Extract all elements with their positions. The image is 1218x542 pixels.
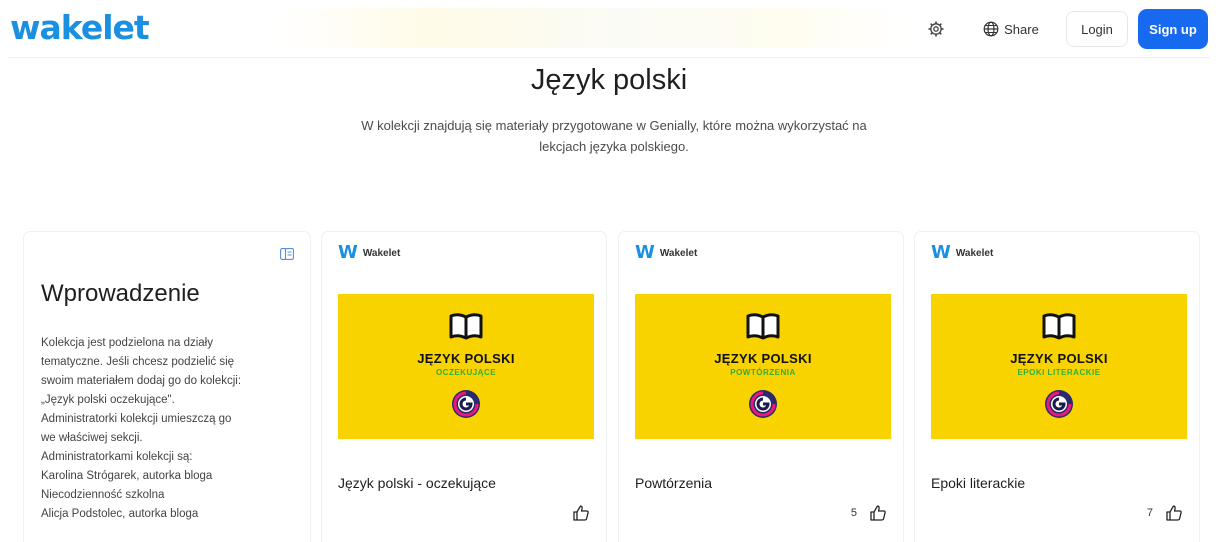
thumb-subtitle: POWTÓRZENIA — [730, 368, 796, 377]
card-title[interactable]: Epoki literackie — [931, 475, 1025, 491]
intro-line: Administratorkami kolekcji są: — [41, 451, 193, 463]
collection-card[interactable]: W Wakelet JĘZYK POLSKI EPOKI LITERACKIE … — [915, 232, 1199, 542]
intro-line: we właściwej sekcji. — [41, 432, 143, 444]
header-divider — [8, 57, 1210, 58]
card-source: W Wakelet — [338, 244, 400, 262]
genially-logo-icon — [452, 390, 480, 418]
globe-icon — [983, 21, 999, 37]
intro-body: Kolekcja jest podzielona na działy temat… — [41, 334, 305, 524]
thumb-subtitle: EPOKI LITERACKIE — [1017, 368, 1101, 377]
card-thumbnail[interactable]: JĘZYK POLSKI POWTÓRZENIA — [635, 294, 891, 439]
collapse-icon[interactable] — [280, 248, 294, 260]
top-bar: wakelet Share Login Sign up — [0, 0, 1218, 58]
book-icon — [1042, 313, 1076, 340]
card-thumbnail[interactable]: JĘZYK POLSKI EPOKI LITERACKIE — [931, 294, 1187, 439]
intro-line: Alicja Podstolec, autorka bloga — [41, 508, 199, 520]
thumbs-up-icon[interactable] — [1165, 504, 1183, 522]
collection-title: Język polski — [530, 64, 688, 96]
collection-description: W kolekcji znajdują się materiały przygo… — [294, 115, 934, 157]
signup-button[interactable]: Sign up — [1138, 9, 1208, 49]
intro-line: Niecodzienność szkolna — [41, 489, 165, 501]
login-button[interactable]: Login — [1066, 11, 1128, 47]
card-source-label: Wakelet — [955, 247, 994, 259]
card-thumbnail[interactable]: JĘZYK POLSKI OCZEKUJĄCE — [338, 294, 594, 439]
card-title[interactable]: Język polski - oczekujące — [338, 475, 496, 491]
description-line: W kolekcji znajdują się materiały przygo… — [361, 118, 867, 133]
wakelet-w-icon: W — [635, 242, 655, 263]
thumb-title: JĘZYK POLSKI — [417, 351, 515, 366]
thumb-title: JĘZYK POLSKI — [714, 351, 812, 366]
collection-card[interactable]: W Wakelet JĘZYK POLSKI POWTÓRZENIA Powtó… — [619, 232, 903, 542]
intro-line: tematyczne. Jeśli chcesz podzielić się — [41, 356, 235, 368]
intro-line: Kolekcja jest podzielona na działy — [41, 337, 213, 349]
thumb-subtitle: OCZEKUJĄCE — [435, 368, 497, 377]
card-footer: 7 — [1147, 504, 1183, 522]
share-label: Share — [1004, 21, 1039, 37]
card-source-label: Wakelet — [659, 247, 698, 259]
genially-logo-icon — [749, 390, 777, 418]
like-count: 5 — [850, 507, 857, 519]
intro-heading: Wprowadzenie — [41, 280, 200, 307]
book-icon — [449, 313, 483, 340]
intro-line: Karolina Strógarek, autorka bloga — [41, 470, 213, 482]
card-source: W Wakelet — [931, 244, 993, 262]
thumbs-up-icon[interactable] — [869, 504, 887, 522]
intro-line: „Język polski oczekujące". — [41, 394, 175, 406]
settings-button[interactable] — [922, 11, 950, 47]
wakelet-logo[interactable]: wakelet — [10, 8, 150, 48]
genially-logo-icon — [1045, 390, 1073, 418]
intro-line: swoim materiałem dodaj go do kolekcji: — [41, 375, 242, 387]
wakelet-w-icon: W — [931, 242, 951, 263]
thumbs-up-icon[interactable] — [572, 504, 590, 522]
book-icon — [746, 313, 780, 340]
wakelet-w-icon: W — [338, 242, 358, 263]
card-footer: 5 — [851, 504, 887, 522]
intro-line: Administratorki kolekcji umieszczą go — [41, 413, 232, 425]
description-line: lekcjach języka polskiego. — [539, 139, 689, 154]
gear-icon — [928, 21, 944, 37]
card-source: W Wakelet — [635, 244, 697, 262]
collection-card[interactable]: W Wakelet JĘZYK POLSKI OCZEKUJĄCE Język … — [322, 232, 606, 542]
intro-text-card: Wprowadzenie Kolekcja jest podzielona na… — [24, 232, 310, 542]
thumb-title: JĘZYK POLSKI — [1010, 351, 1108, 366]
header-banner — [270, 8, 910, 48]
card-title[interactable]: Powtórzenia — [635, 475, 712, 491]
share-button[interactable]: Share — [974, 11, 1048, 47]
card-footer — [560, 504, 590, 522]
like-count: 7 — [1146, 507, 1153, 519]
card-source-label: Wakelet — [362, 247, 401, 259]
